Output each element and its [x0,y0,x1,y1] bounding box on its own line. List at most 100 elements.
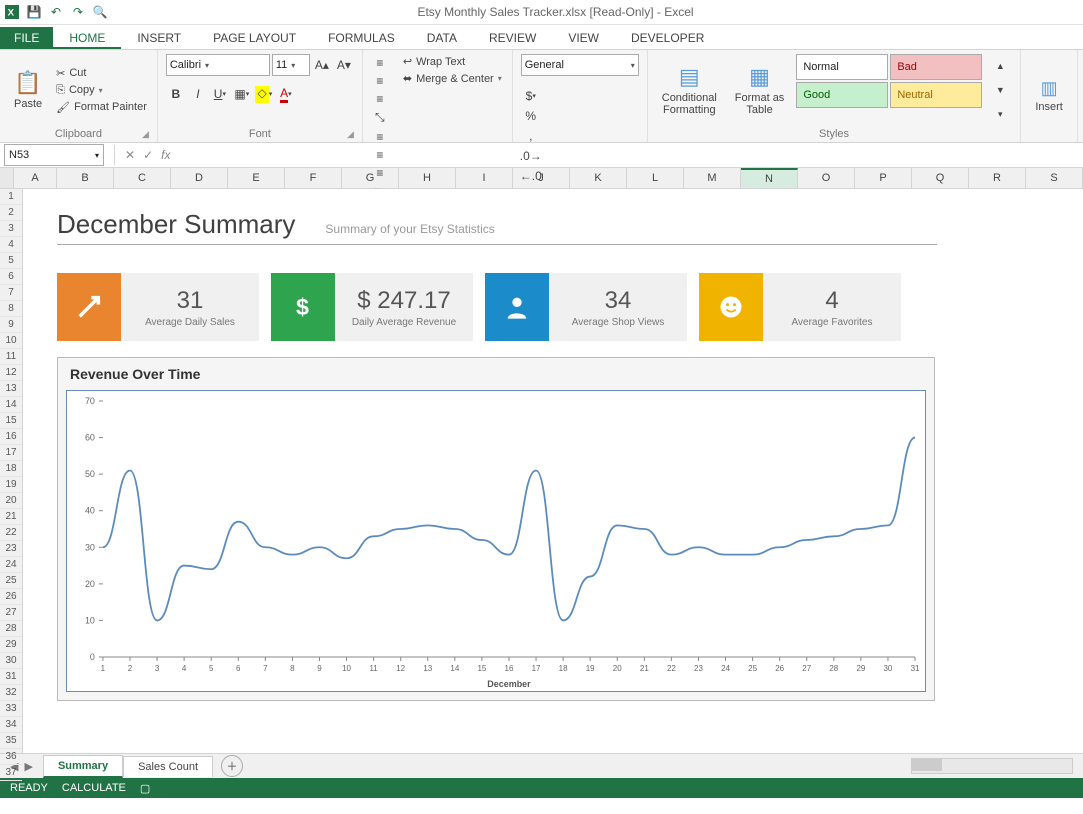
save-icon[interactable]: 💾 [26,4,42,20]
row-header-6[interactable]: 6 [0,269,22,285]
col-header-C[interactable]: C [114,168,171,188]
row-header-21[interactable]: 21 [0,509,22,525]
enter-formula-icon[interactable]: ✓ [143,148,153,162]
select-all-corner[interactable] [0,168,14,188]
col-header-B[interactable]: B [57,168,114,188]
row-header-23[interactable]: 23 [0,541,22,557]
align-middle-icon[interactable]: ≡ [371,72,389,90]
row-header-8[interactable]: 8 [0,301,22,317]
row-header-30[interactable]: 30 [0,653,22,669]
row-header-32[interactable]: 32 [0,685,22,701]
font-name-combo[interactable]: Calibri▾ [166,54,270,76]
row-header-14[interactable]: 14 [0,397,22,413]
font-size-combo[interactable]: 11▾ [272,54,310,76]
sheet-tab-summary[interactable]: Summary [43,755,123,778]
row-header-10[interactable]: 10 [0,333,22,349]
row-header-4[interactable]: 4 [0,237,22,253]
styles-up-icon[interactable]: ▲ [990,56,1010,76]
tab-view[interactable]: VIEW [552,27,615,49]
col-header-P[interactable]: P [855,168,912,188]
row-header-17[interactable]: 17 [0,445,22,461]
style-good[interactable]: Good [796,82,888,108]
row-header-26[interactable]: 26 [0,589,22,605]
row-header-37[interactable]: 37 [0,765,22,781]
row-header-9[interactable]: 9 [0,317,22,333]
tab-developer[interactable]: DEVELOPER [615,27,720,49]
font-dialog-launcher[interactable]: ◢ [347,129,354,140]
bold-icon[interactable]: B [166,84,186,104]
tab-home[interactable]: HOME [53,27,121,49]
fx-icon[interactable]: fx [161,148,170,162]
insert-cells-button[interactable]: ▥Insert [1029,54,1069,138]
name-box[interactable]: N53▾ [4,144,104,166]
col-header-F[interactable]: F [285,168,342,188]
row-header-3[interactable]: 3 [0,221,22,237]
col-header-I[interactable]: I [456,168,513,188]
col-header-K[interactable]: K [570,168,627,188]
undo-icon[interactable]: ↶ [48,4,64,20]
row-header-36[interactable]: 36 [0,749,22,765]
cut-button[interactable]: ✂Cut [54,66,149,81]
number-format-combo[interactable]: General▾ [521,54,639,76]
tab-data[interactable]: DATA [411,27,473,49]
row-header-34[interactable]: 34 [0,717,22,733]
format-painter-button[interactable]: 🖌Format Painter [54,100,149,115]
style-neutral[interactable]: Neutral [890,82,982,108]
col-header-A[interactable]: A [14,168,57,188]
row-header-31[interactable]: 31 [0,669,22,685]
decrease-font-icon[interactable]: A▾ [334,55,354,75]
macro-record-icon[interactable]: ▢ [140,782,150,795]
tab-review[interactable]: REVIEW [473,27,552,49]
style-normal[interactable]: Normal [796,54,888,80]
row-header-7[interactable]: 7 [0,285,22,301]
col-header-N[interactable]: N [741,168,798,188]
merge-center-button[interactable]: ⬌Merge & Center▾ [401,71,504,86]
row-header-2[interactable]: 2 [0,205,22,221]
increase-font-icon[interactable]: A▴ [312,55,332,75]
worksheet[interactable]: December Summary Summary of your Etsy St… [23,189,1083,753]
row-header-25[interactable]: 25 [0,573,22,589]
col-header-L[interactable]: L [627,168,684,188]
print-preview-icon[interactable]: 🔍 [92,4,108,20]
paste-button[interactable]: 📋 Paste [8,54,48,126]
tab-page-layout[interactable]: PAGE LAYOUT [197,27,312,49]
orientation-icon[interactable]: ⤡ [371,108,389,126]
tab-file[interactable]: FILE [0,27,53,49]
tab-insert[interactable]: INSERT [121,27,197,49]
row-header-16[interactable]: 16 [0,429,22,445]
row-header-15[interactable]: 15 [0,413,22,429]
underline-icon[interactable]: U▾ [210,84,230,104]
row-header-20[interactable]: 20 [0,493,22,509]
col-header-Q[interactable]: Q [912,168,969,188]
horizontal-scrollbar[interactable] [243,758,1083,774]
row-header-35[interactable]: 35 [0,733,22,749]
col-header-M[interactable]: M [684,168,741,188]
styles-down-icon[interactable]: ▼ [990,80,1010,100]
formula-input[interactable] [174,145,1083,165]
col-header-G[interactable]: G [342,168,399,188]
row-header-27[interactable]: 27 [0,605,22,621]
col-header-H[interactable]: H [399,168,456,188]
row-header-11[interactable]: 11 [0,349,22,365]
borders-icon[interactable]: ▦▾ [232,84,252,104]
align-bottom-icon[interactable]: ≡ [371,90,389,108]
sheet-tab-sales-count[interactable]: Sales Count [123,756,213,777]
col-header-D[interactable]: D [171,168,228,188]
cancel-formula-icon[interactable]: ✕ [125,148,135,162]
clipboard-dialog-launcher[interactable]: ◢ [142,129,149,140]
italic-icon[interactable]: I [188,84,208,104]
row-header-29[interactable]: 29 [0,637,22,653]
comma-format-icon[interactable]: , [521,126,541,146]
row-header-19[interactable]: 19 [0,477,22,493]
row-header-28[interactable]: 28 [0,621,22,637]
row-header-5[interactable]: 5 [0,253,22,269]
row-header-1[interactable]: 1 [0,189,22,205]
align-left-icon[interactable]: ≡ [371,128,389,146]
redo-icon[interactable]: ↷ [70,4,86,20]
percent-format-icon[interactable]: % [521,106,541,126]
align-top-icon[interactable]: ≡ [371,54,389,72]
format-as-table-button[interactable]: ▦Format as Table [729,54,791,126]
tab-nav-next-icon[interactable]: ▶ [24,760,32,773]
row-header-18[interactable]: 18 [0,461,22,477]
wrap-text-button[interactable]: ↩Wrap Text [401,54,504,69]
